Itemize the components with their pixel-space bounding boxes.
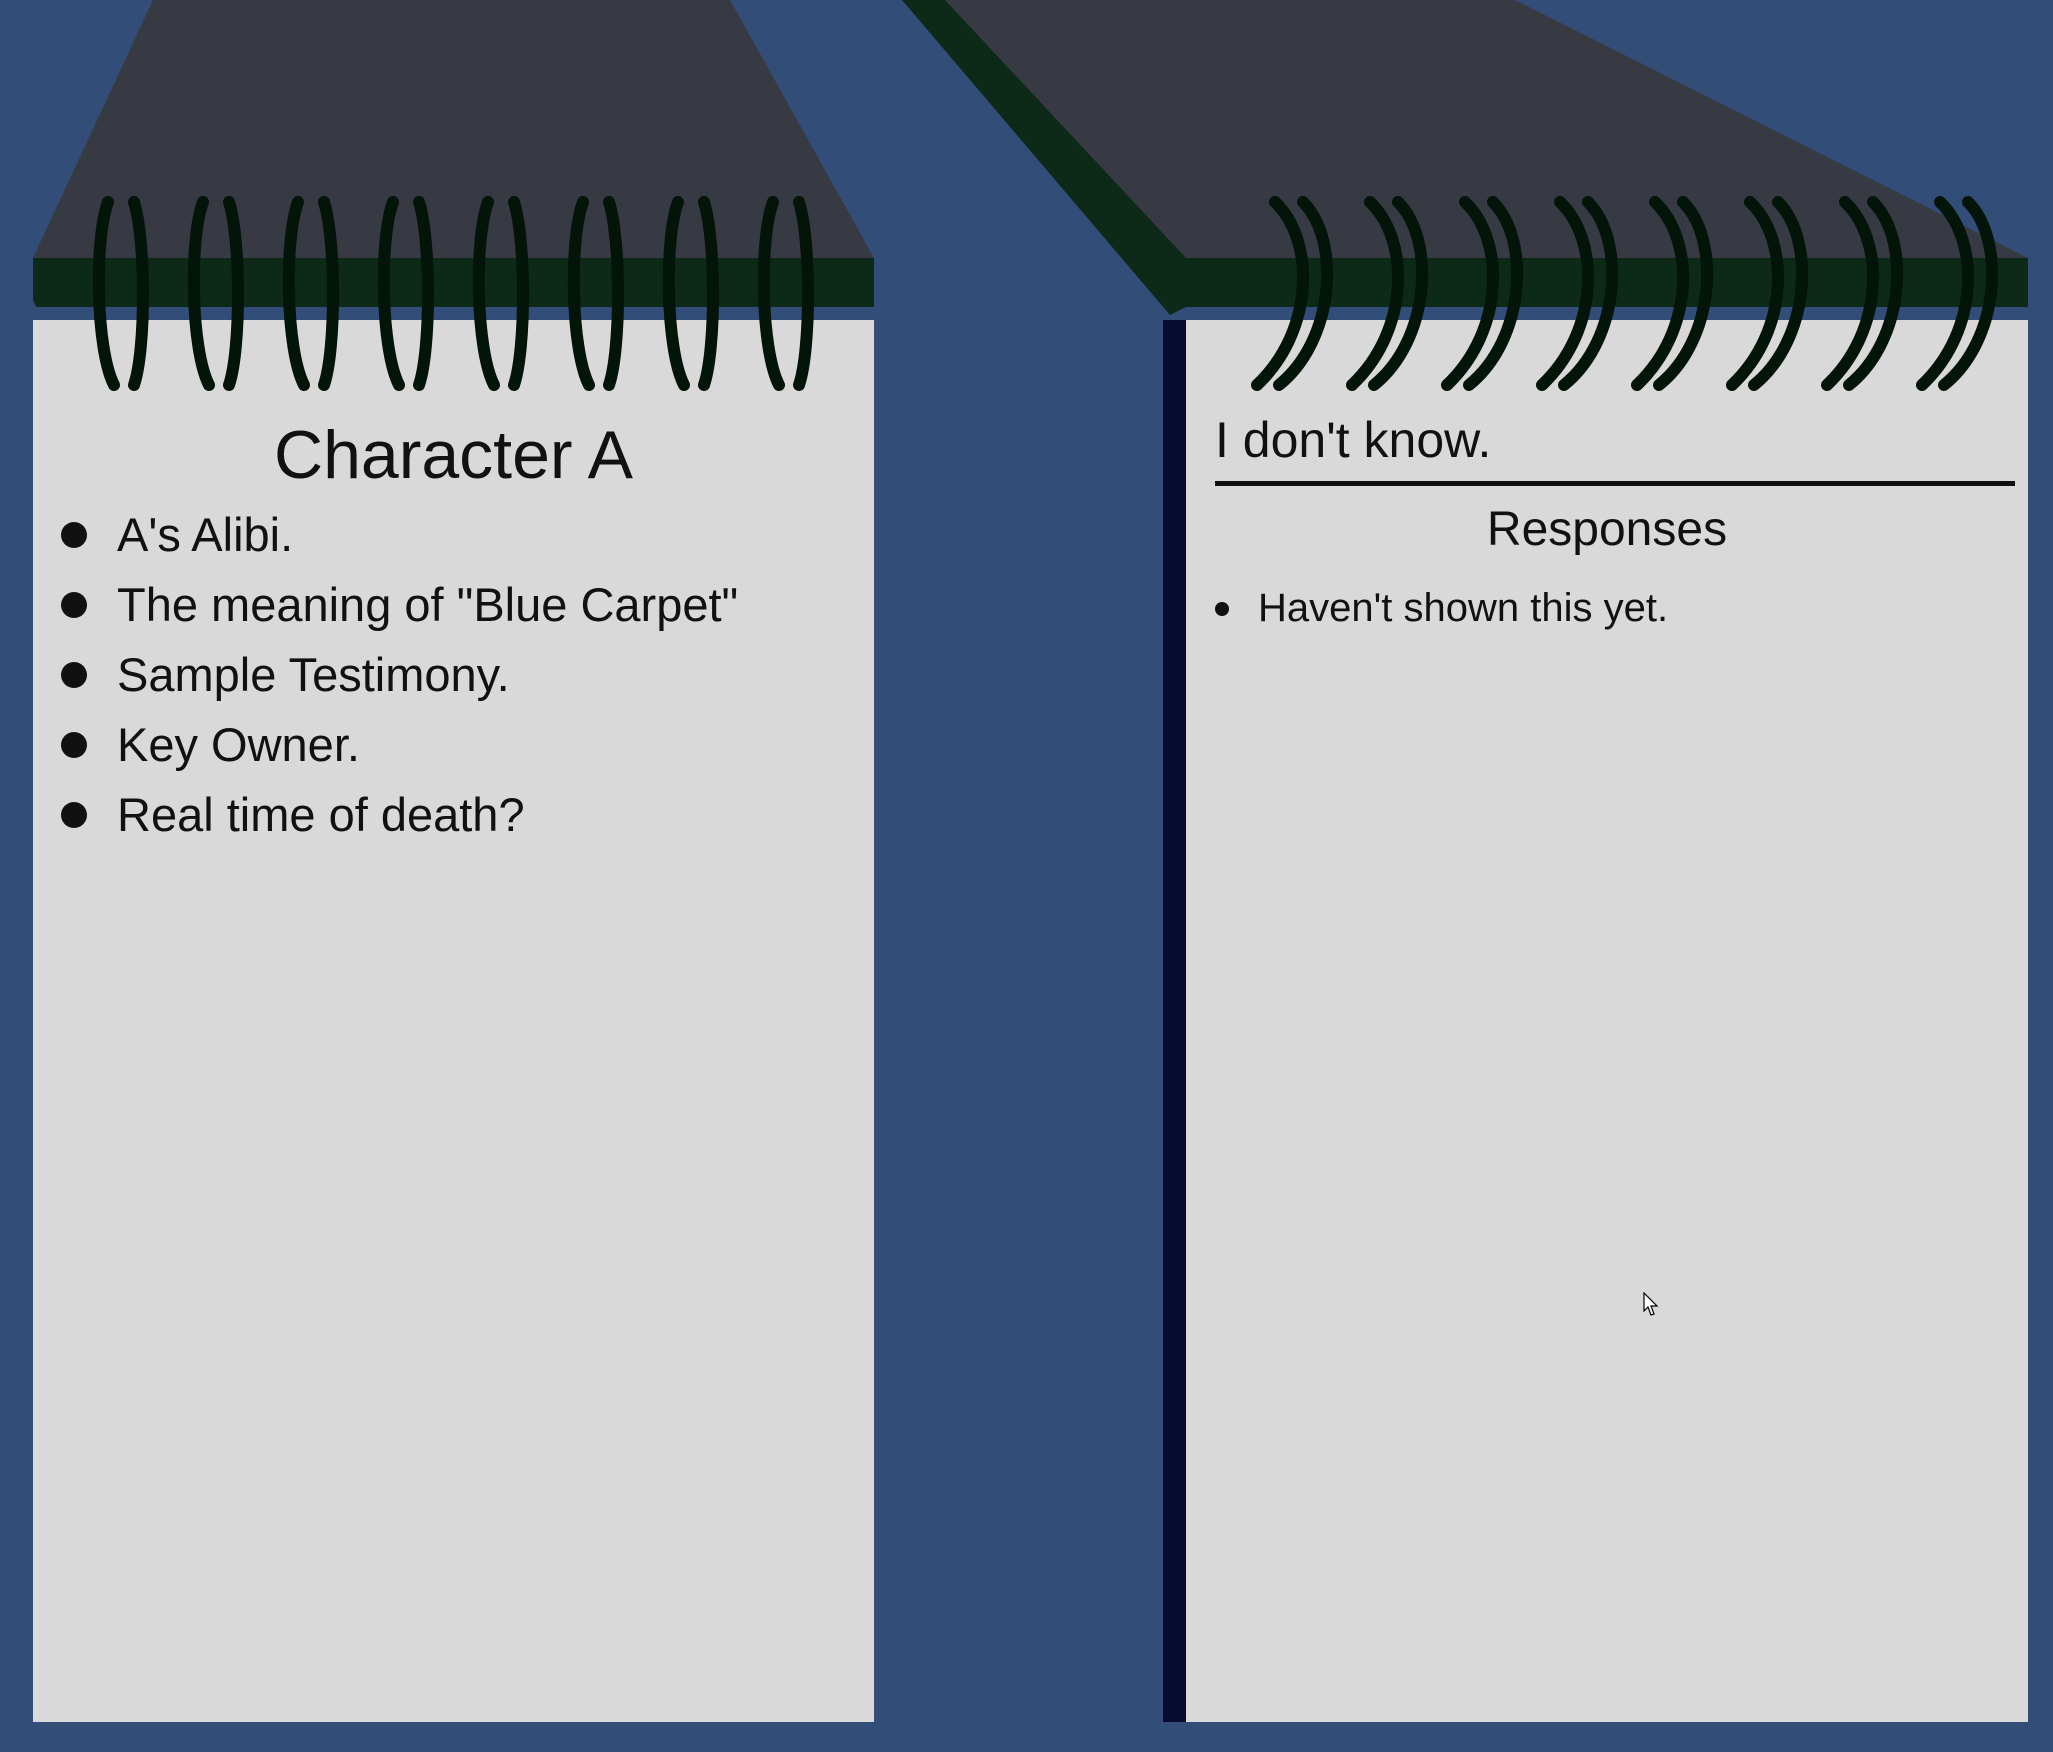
topic-blue-carpet[interactable]: The meaning of "Blue Carpet" bbox=[33, 570, 738, 640]
responses-list: Haven't shown this yet. bbox=[1186, 580, 1668, 636]
topic-time-of-death[interactable]: Real time of death? bbox=[33, 780, 738, 850]
right-notebook-page: I don't know. Responses Haven't shown th… bbox=[1186, 320, 2028, 1722]
notebook-scene: Character A A's Alibi. The meaning of "B… bbox=[0, 0, 2053, 1752]
divider bbox=[1215, 481, 2015, 486]
right-page-spine bbox=[1163, 320, 1186, 1722]
left-cover bbox=[33, 0, 874, 258]
character-title: Character A bbox=[273, 417, 634, 493]
topic-sample-testimony[interactable]: Sample Testimony. bbox=[33, 640, 738, 710]
response-item[interactable]: Haven't shown this yet. bbox=[1186, 580, 1668, 636]
left-notebook-page: Character A A's Alibi. The meaning of "B… bbox=[33, 320, 874, 1722]
responses-heading: Responses bbox=[1486, 503, 1728, 556]
mouse-pointer-icon bbox=[1643, 1292, 1659, 1316]
topic-alibi[interactable]: A's Alibi. bbox=[33, 500, 738, 570]
right-cover bbox=[902, 0, 2028, 258]
answer-text: I don't know. bbox=[1215, 412, 1492, 468]
topic-key-owner[interactable]: Key Owner. bbox=[33, 710, 738, 780]
topic-list: A's Alibi. The meaning of "Blue Carpet" … bbox=[33, 500, 738, 850]
left-cover-edge bbox=[33, 258, 874, 315]
